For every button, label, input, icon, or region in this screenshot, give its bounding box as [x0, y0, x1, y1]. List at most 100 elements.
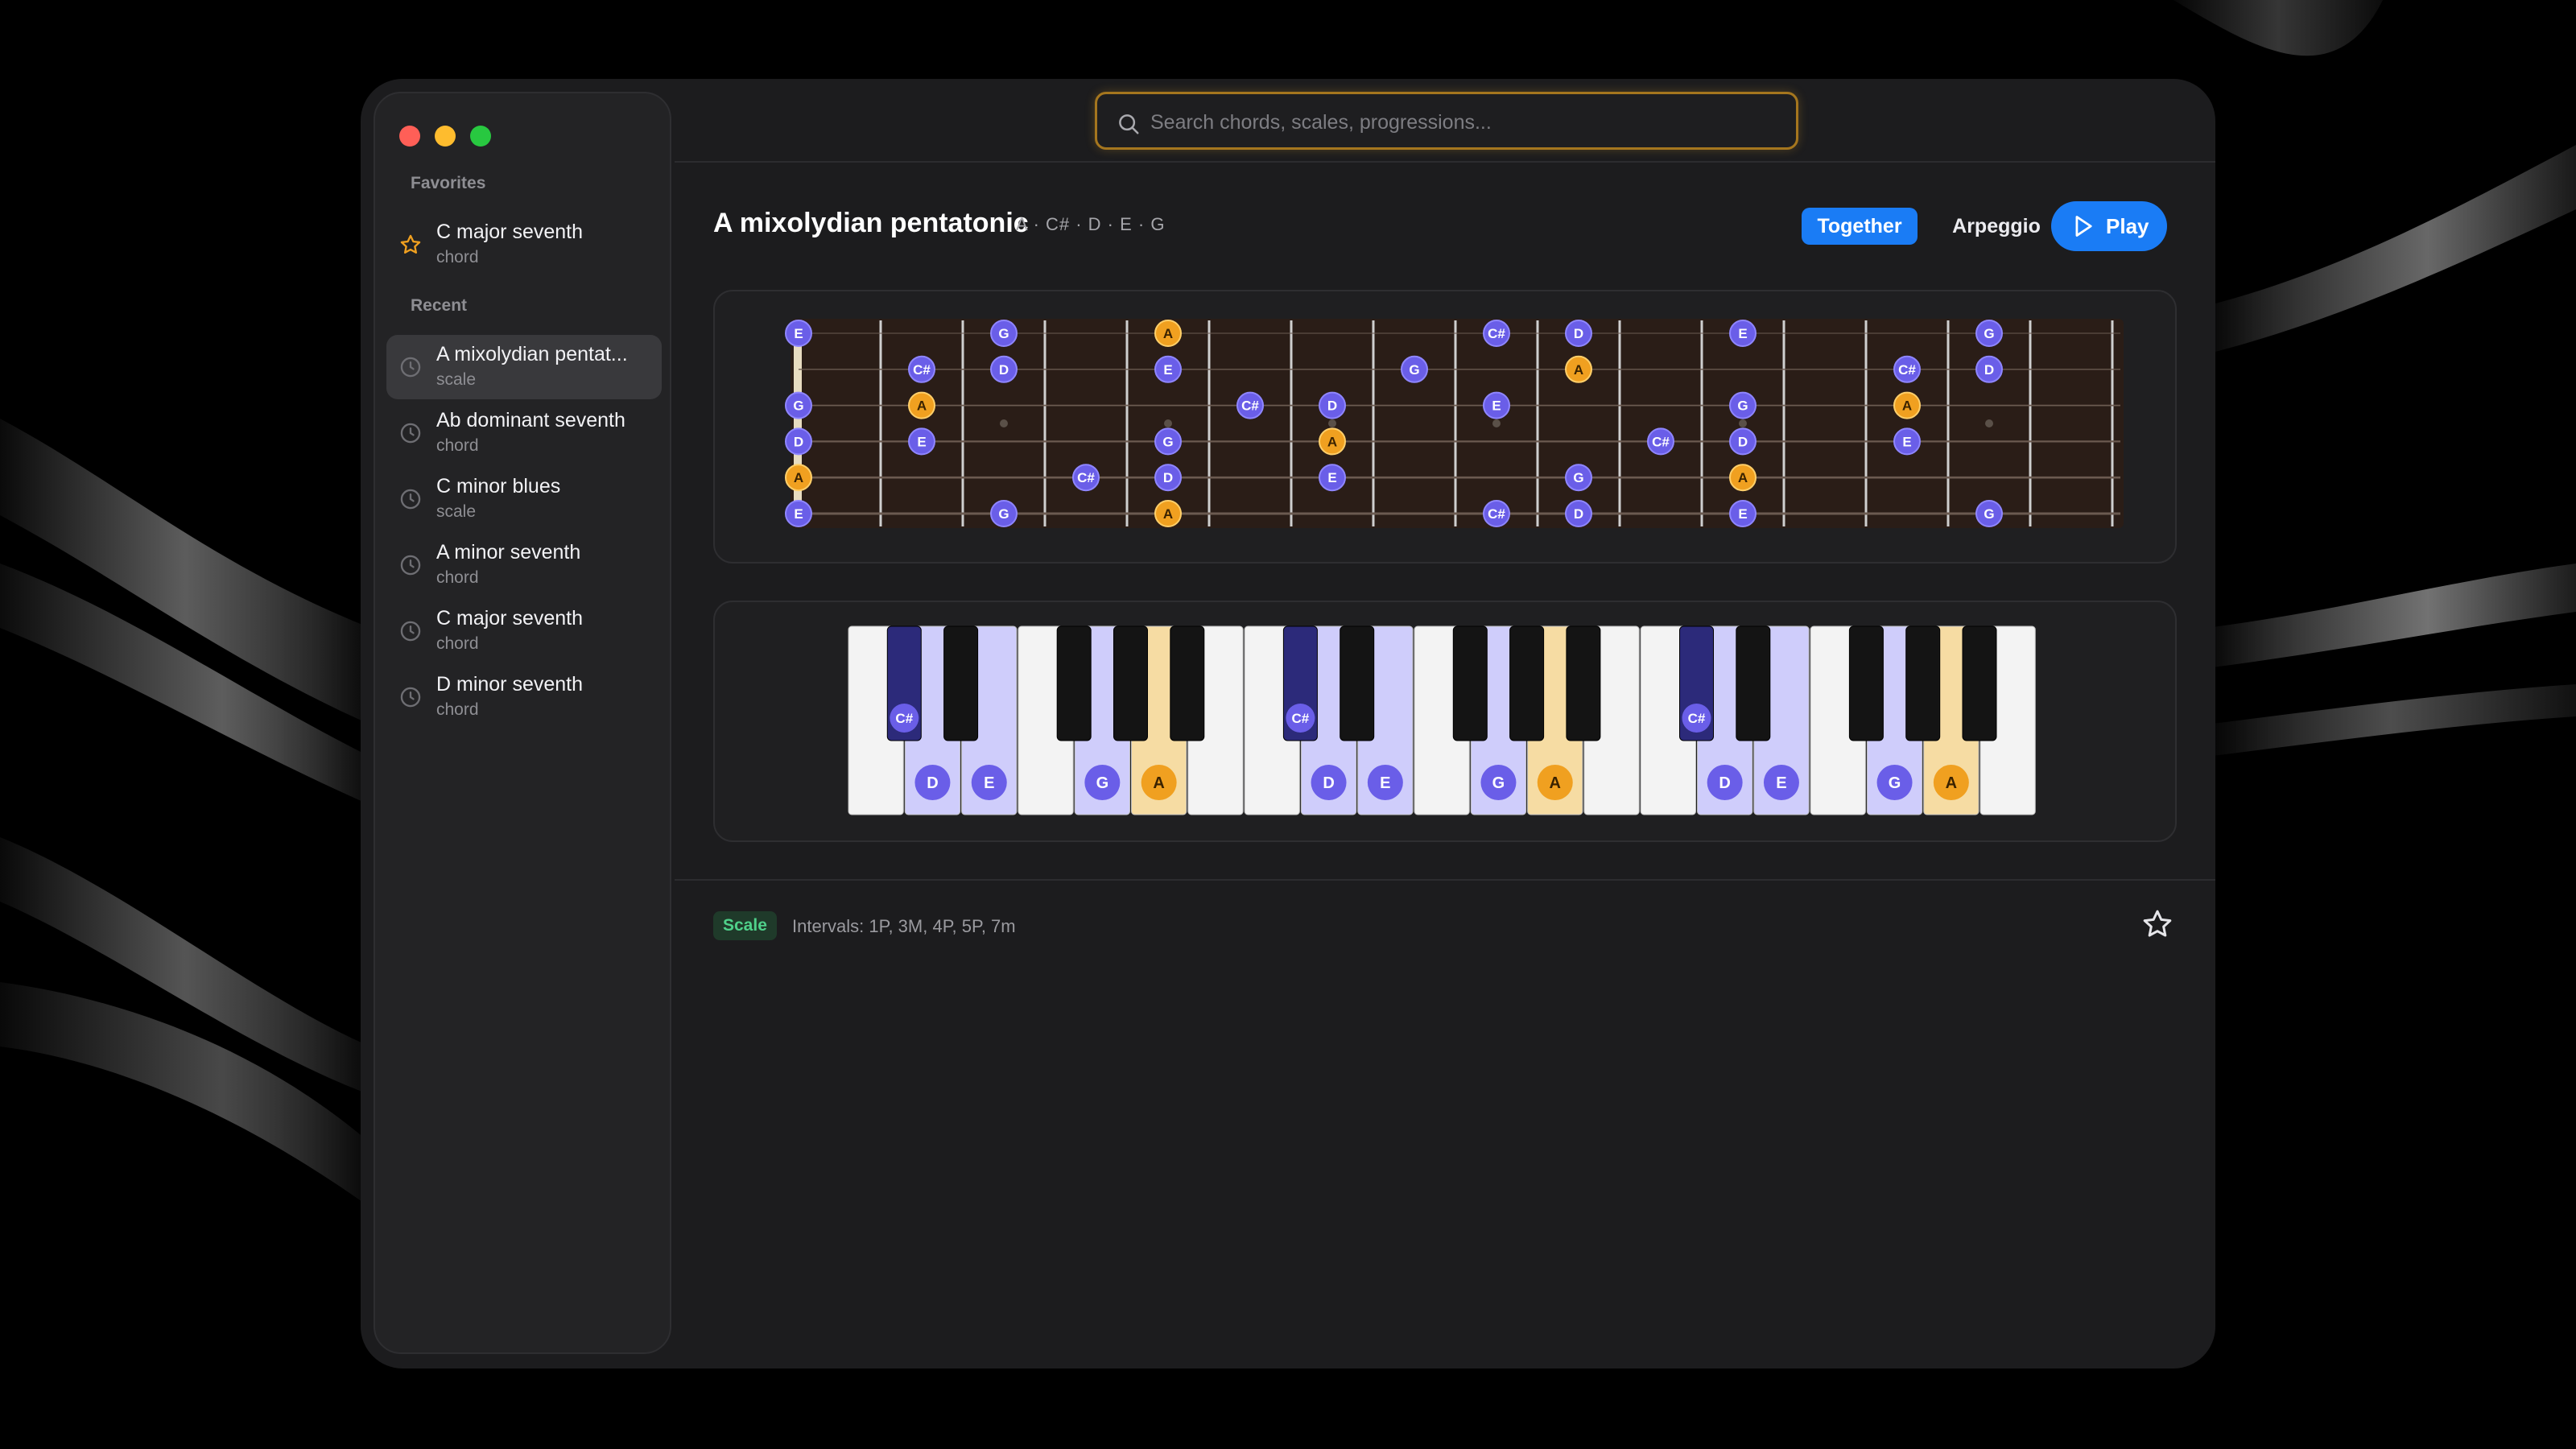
- svg-text:G: G: [1984, 326, 1994, 341]
- recent-item[interactable]: D minor seventh chord: [386, 665, 662, 729]
- piano-black-key[interactable]: [1452, 625, 1488, 741]
- recent-item[interactable]: C minor blues scale: [386, 467, 662, 531]
- svg-text:A: A: [1550, 774, 1561, 792]
- fret-note-marker[interactable]: G: [1565, 464, 1592, 492]
- piano-black-key[interactable]: [1170, 625, 1205, 741]
- svg-text:A: A: [1163, 506, 1173, 522]
- fret-note-marker[interactable]: E: [785, 500, 812, 527]
- fret-note-marker[interactable]: E: [785, 320, 812, 347]
- sidebar-item-title: C major seventh: [436, 221, 584, 243]
- fret-note-marker[interactable]: G: [1975, 500, 2003, 527]
- fret-note-marker[interactable]: G: [1729, 391, 1757, 419]
- svg-text:C#: C#: [1488, 326, 1505, 341]
- page-title: A mixolydian pentatonic: [713, 208, 1029, 238]
- fret-note-marker[interactable]: G: [990, 320, 1018, 347]
- recent-item[interactable]: C major seventh chord: [386, 599, 662, 663]
- sidebar-item-title: C major seventh: [436, 607, 584, 630]
- fretboard[interactable]: E G A C# D E G C# D E G A C# D G A C# D E G A D E G A C# D E A C# D E G A…: [715, 291, 2175, 562]
- fret-note-marker[interactable]: C#: [1483, 320, 1510, 347]
- play-icon: [2075, 216, 2092, 237]
- fret-note-marker[interactable]: G: [1154, 427, 1182, 456]
- piano-black-key[interactable]: [1736, 625, 1771, 741]
- piano-black-key[interactable]: [1509, 625, 1545, 741]
- fret-note-marker[interactable]: E: [1729, 320, 1757, 347]
- mode-arpeggio-button[interactable]: Arpeggio: [1921, 208, 2072, 245]
- search-input[interactable]: [1149, 105, 1780, 139]
- main-content: A mixolydian pentatonic A · C# · D · E ·…: [675, 79, 2215, 1368]
- clock-icon: [400, 555, 421, 576]
- close-window-button[interactable]: [399, 126, 420, 147]
- piano-black-key[interactable]: [1113, 625, 1148, 741]
- svg-text:G: G: [1889, 774, 1901, 792]
- piano-black-key[interactable]: [1848, 625, 1884, 741]
- svg-text:G: G: [998, 506, 1009, 522]
- fret-note-marker[interactable]: D: [1154, 464, 1182, 492]
- fret-note-marker[interactable]: D: [1565, 320, 1592, 347]
- fretboard-panel: E G A C# D E G C# D E G A C# D G A C# D E G A D E G A C# D E A C# D E G A…: [713, 290, 2177, 564]
- piano-black-key[interactable]: [943, 625, 979, 741]
- play-button[interactable]: Play: [2051, 201, 2167, 251]
- svg-text:C#: C#: [1688, 711, 1706, 726]
- fret-note-marker[interactable]: A: [1729, 464, 1757, 492]
- piano-black-key[interactable]: [1962, 625, 1997, 741]
- search-box[interactable]: [1095, 92, 1798, 150]
- zoom-window-button[interactable]: [470, 126, 491, 147]
- recent-item-active[interactable]: A mixolydian pentat... scale: [386, 335, 662, 399]
- svg-text:G: G: [1162, 434, 1173, 449]
- fret-note-marker[interactable]: D: [1729, 427, 1757, 456]
- fret-note-marker[interactable]: A: [1154, 320, 1182, 347]
- fret-note-marker[interactable]: A: [908, 391, 935, 419]
- fret-note-marker[interactable]: C#: [1647, 427, 1674, 456]
- fret-note-marker[interactable]: A: [1565, 355, 1592, 383]
- fret-inlay: [1328, 419, 1336, 427]
- clock-icon: [400, 489, 421, 510]
- fret-note-marker[interactable]: G: [785, 391, 812, 419]
- fret-note-marker[interactable]: C#: [908, 355, 935, 383]
- recent-item[interactable]: A minor seventh chord: [386, 533, 662, 597]
- fret-note-marker[interactable]: E: [1893, 427, 1921, 456]
- favorites-label: Favorites: [411, 174, 486, 192]
- svg-text:G: G: [1984, 506, 1994, 522]
- fret-note-marker[interactable]: G: [1401, 355, 1428, 383]
- fret-note-marker[interactable]: D: [1565, 500, 1592, 527]
- fret-note-marker[interactable]: C#: [1893, 355, 1921, 383]
- fret-note-marker[interactable]: G: [1975, 320, 2003, 347]
- piano-keyboard[interactable]: D E G A D E G A D E G A C# C# C#: [715, 602, 2175, 840]
- fret-note-marker[interactable]: D: [1975, 355, 2003, 383]
- sidebar-item-type: chord: [436, 700, 479, 719]
- fret-note-marker[interactable]: E: [1729, 500, 1757, 527]
- fret-note-marker[interactable]: E: [908, 427, 935, 456]
- piano-black-key[interactable]: [1056, 625, 1092, 741]
- svg-text:E: E: [794, 326, 803, 341]
- mode-together-button[interactable]: Together: [1802, 208, 1918, 245]
- svg-text:G: G: [1737, 398, 1748, 414]
- fret-note-marker[interactable]: G: [990, 500, 1018, 527]
- fret-note-marker[interactable]: A: [785, 464, 812, 492]
- svg-text:C#: C#: [1898, 362, 1916, 378]
- piano-black-key[interactable]: [1340, 625, 1375, 741]
- fret-note-marker[interactable]: A: [1154, 500, 1182, 527]
- fret-note-marker[interactable]: E: [1483, 391, 1510, 419]
- fret-note-marker[interactable]: E: [1154, 355, 1182, 383]
- fret-note-marker[interactable]: A: [1319, 427, 1346, 456]
- svg-text:D: D: [794, 434, 803, 449]
- fret-note-marker[interactable]: C#: [1483, 500, 1510, 527]
- fret-note-marker[interactable]: D: [1319, 391, 1346, 419]
- fret-note-marker[interactable]: A: [1893, 391, 1921, 419]
- favorite-item[interactable]: C major seventh chord: [386, 213, 662, 277]
- minimize-window-button[interactable]: [435, 126, 456, 147]
- fret-note-marker[interactable]: D: [785, 427, 812, 456]
- fret-note-marker[interactable]: E: [1319, 464, 1346, 492]
- fret-note-marker[interactable]: C#: [1236, 391, 1264, 419]
- fret-note-marker[interactable]: C#: [1072, 464, 1100, 492]
- favorite-star-icon[interactable]: [2141, 908, 2174, 940]
- recent-item[interactable]: Ab dominant seventh chord: [386, 401, 662, 465]
- sidebar-item-title: D minor seventh: [436, 673, 584, 696]
- svg-text:C#: C#: [1292, 711, 1310, 726]
- piano-note-marker: C#: [1682, 704, 1711, 733]
- piano-black-key[interactable]: [1566, 625, 1601, 741]
- svg-text:C#: C#: [913, 362, 931, 378]
- svg-text:D: D: [1163, 470, 1173, 485]
- fret-note-marker[interactable]: D: [990, 355, 1018, 383]
- piano-black-key[interactable]: [1905, 625, 1941, 741]
